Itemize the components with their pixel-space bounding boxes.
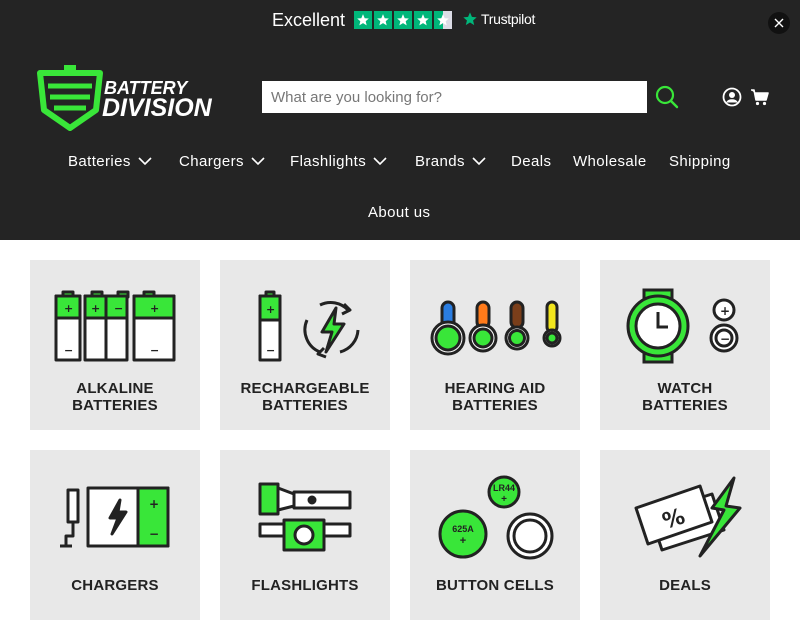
star-icon bbox=[374, 11, 392, 29]
svg-text:−: − bbox=[114, 302, 123, 315]
nav-item-chargers[interactable]: Chargers bbox=[179, 153, 265, 170]
category-card-button-cells[interactable]: LR44 + 625A + BUTTON CELLS bbox=[410, 450, 580, 620]
nav-item-flashlights[interactable]: Flashlights bbox=[290, 153, 387, 170]
category-label: RECHARGEABLE BATTERIES bbox=[240, 380, 370, 414]
svg-text:−: − bbox=[266, 344, 275, 357]
chevron-down-icon bbox=[251, 157, 265, 166]
trustpilot-logo: Trustpilot bbox=[462, 11, 535, 27]
trustpilot-rating-text: Excellent bbox=[272, 10, 346, 30]
svg-text:LR44: LR44 bbox=[493, 483, 515, 493]
chevron-down-icon bbox=[373, 157, 387, 166]
category-label: BUTTON CELLS bbox=[436, 577, 554, 594]
category-card-hearing-aid[interactable]: HEARING AID BATTERIES bbox=[410, 260, 580, 430]
trustpilot-stars bbox=[354, 11, 452, 29]
close-icon bbox=[774, 18, 784, 28]
category-card-deals[interactable]: % DEALS bbox=[600, 450, 770, 620]
svg-text:+: + bbox=[501, 494, 507, 505]
category-label: DEALS bbox=[659, 577, 711, 594]
svg-text:−: − bbox=[150, 344, 159, 357]
nav-item-wholesale[interactable]: Wholesale bbox=[573, 153, 647, 170]
half-star-icon bbox=[434, 11, 452, 29]
category-card-flashlights[interactable]: FLASHLIGHTS bbox=[220, 450, 390, 620]
category-card-alkaline[interactable]: + − + − + − ALKALINE BATTERIES bbox=[30, 260, 200, 430]
nav-label: Chargers bbox=[179, 153, 244, 170]
nav-item-brands[interactable]: Brands bbox=[415, 153, 486, 170]
charger-icon: +− bbox=[60, 486, 170, 548]
trustpilot-bar[interactable]: Excellent Trustpilot bbox=[0, 0, 800, 44]
svg-text:+: + bbox=[91, 302, 100, 315]
category-card-rechargeable[interactable]: + − RECHARGEABLE BATTERIES bbox=[220, 260, 390, 430]
nav-item-batteries[interactable]: Batteries bbox=[68, 153, 152, 170]
nav-label: Flashlights bbox=[290, 153, 367, 170]
nav-label: Deals bbox=[511, 153, 552, 170]
site-logo[interactable]: BATTERY DIVISION bbox=[36, 64, 228, 132]
category-label: ALKALINE BATTERIES bbox=[72, 380, 158, 414]
category-label: FLASHLIGHTS bbox=[251, 577, 359, 594]
svg-text:+: + bbox=[150, 302, 159, 315]
user-account-icon bbox=[722, 87, 742, 107]
nav-item-deals[interactable]: Deals bbox=[511, 153, 551, 170]
button-cells-icon: LR44 + 625A + bbox=[438, 475, 554, 560]
trustpilot-star-icon bbox=[463, 12, 477, 26]
account-button[interactable] bbox=[722, 87, 742, 107]
category-card-chargers[interactable]: + − CHARGERS bbox=[30, 450, 200, 620]
cart-icon bbox=[751, 89, 769, 106]
svg-text:+: + bbox=[266, 303, 275, 316]
nav-label: Wholesale bbox=[573, 153, 647, 170]
nav-label: Shipping bbox=[669, 153, 731, 170]
trustpilot-brand: Trustpilot bbox=[481, 11, 536, 27]
nav-item-shipping[interactable]: Shipping bbox=[669, 153, 731, 170]
hearing-aid-batteries-icon bbox=[430, 300, 562, 356]
svg-text:+: + bbox=[149, 497, 159, 511]
svg-text:+: + bbox=[460, 535, 466, 547]
chevron-down-icon bbox=[138, 157, 152, 166]
flashlight-icon bbox=[258, 482, 352, 552]
battery-division-logo-icon: BATTERY DIVISION bbox=[37, 65, 213, 131]
svg-text:−: − bbox=[149, 527, 159, 541]
nav-item-about-us[interactable]: About us bbox=[368, 204, 430, 221]
category-label: WATCH BATTERIES bbox=[642, 380, 728, 414]
nav-label: Batteries bbox=[68, 153, 131, 170]
close-button[interactable] bbox=[768, 12, 790, 34]
category-card-watch[interactable]: + − WATCH BATTERIES bbox=[600, 260, 770, 430]
watch-batteries-icon: +− bbox=[626, 288, 739, 364]
search-button[interactable] bbox=[655, 85, 679, 109]
chevron-down-icon bbox=[472, 157, 486, 166]
category-label: HEARING AID BATTERIES bbox=[444, 380, 546, 414]
svg-text:−: − bbox=[64, 344, 73, 357]
star-icon bbox=[414, 11, 432, 29]
rechargeable-batteries-icon: +− bbox=[258, 290, 360, 362]
svg-text:DIVISION: DIVISION bbox=[102, 94, 213, 122]
site-header: Excellent Trustpilot BATTERY DIVISION Wh… bbox=[0, 0, 800, 240]
nav-label: About us bbox=[368, 204, 431, 221]
cart-button[interactable] bbox=[750, 87, 770, 107]
category-label: CHARGERS bbox=[71, 577, 159, 594]
svg-text:+: + bbox=[720, 304, 730, 318]
nav-label: Brands bbox=[415, 153, 465, 170]
alkaline-batteries-icon: + − + − + − bbox=[54, 290, 176, 362]
search-icon bbox=[655, 85, 679, 109]
svg-text:625A: 625A bbox=[452, 524, 474, 534]
deals-icon: % bbox=[634, 476, 742, 558]
svg-text:−: − bbox=[720, 332, 730, 346]
svg-text:+: + bbox=[64, 302, 73, 315]
search-input[interactable] bbox=[262, 81, 647, 113]
star-icon bbox=[354, 11, 372, 29]
star-icon bbox=[394, 11, 412, 29]
